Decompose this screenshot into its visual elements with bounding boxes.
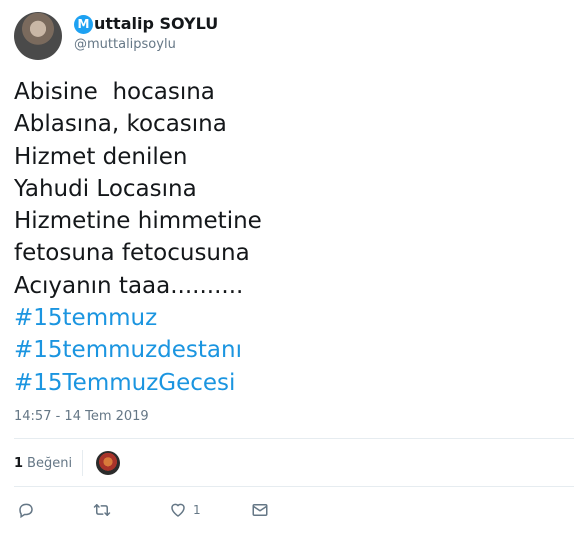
tweet-actions: 1 — [14, 498, 269, 522]
likes-count[interactable]: 1 — [14, 456, 23, 471]
likes-separator — [82, 450, 84, 476]
dm-button[interactable] — [251, 501, 269, 519]
tweet-line: Abisine hocasına — [14, 79, 215, 105]
liker-avatar[interactable] — [96, 451, 121, 475]
tweet-line: Hizmetine himmetine — [14, 208, 262, 235]
likes-label[interactable]: Beğeni — [27, 456, 72, 471]
tweet-line: Ablasına, kocasına — [14, 111, 227, 138]
reply-icon — [19, 503, 33, 519]
retweet-button[interactable] — [93, 501, 111, 519]
divider-top — [14, 438, 574, 439]
tweet-line: Yahudi Locasına — [14, 175, 197, 202]
tweet-timestamp[interactable]: 14:57 - 14 Tem 2019 — [14, 409, 149, 424]
hashtag-link[interactable]: #15TemmuzGecesi — [14, 367, 262, 399]
tweet-line: Acıyanın taaa.......... — [14, 272, 244, 299]
author-avatar[interactable] — [14, 12, 62, 60]
likes-row: 1 Beğeni — [14, 450, 121, 476]
author-handle[interactable]: @muttalipsoylu — [74, 37, 218, 52]
hashtag-link[interactable]: #15temmuz — [14, 302, 262, 334]
reply-button[interactable] — [17, 501, 35, 519]
like-button[interactable]: 1 — [169, 501, 201, 519]
tweet-line: Hizmet denilen — [14, 143, 188, 170]
name-logo-badge: M — [74, 14, 93, 34]
heart-icon — [171, 503, 185, 517]
author-name-text: uttalip SOYLU — [94, 14, 219, 33]
hashtag-link[interactable]: #15temmuzdestanı — [14, 334, 262, 366]
author-display-name[interactable]: M uttalip SOYLU — [74, 14, 218, 34]
divider-bottom — [14, 486, 574, 487]
tweet-header: M uttalip SOYLU @muttalipsoylu — [14, 12, 218, 62]
tweet-text: Abisine hocasına Ablasına, kocasına Hizmet… — [14, 76, 262, 399]
retweet-icon — [93, 504, 111, 516]
like-count: 1 — [193, 503, 201, 517]
tweet-line: fetosuna fetocusuna — [14, 240, 250, 267]
author-names: M uttalip SOYLU @muttalipsoylu — [74, 14, 218, 52]
envelope-icon — [252, 504, 268, 516]
